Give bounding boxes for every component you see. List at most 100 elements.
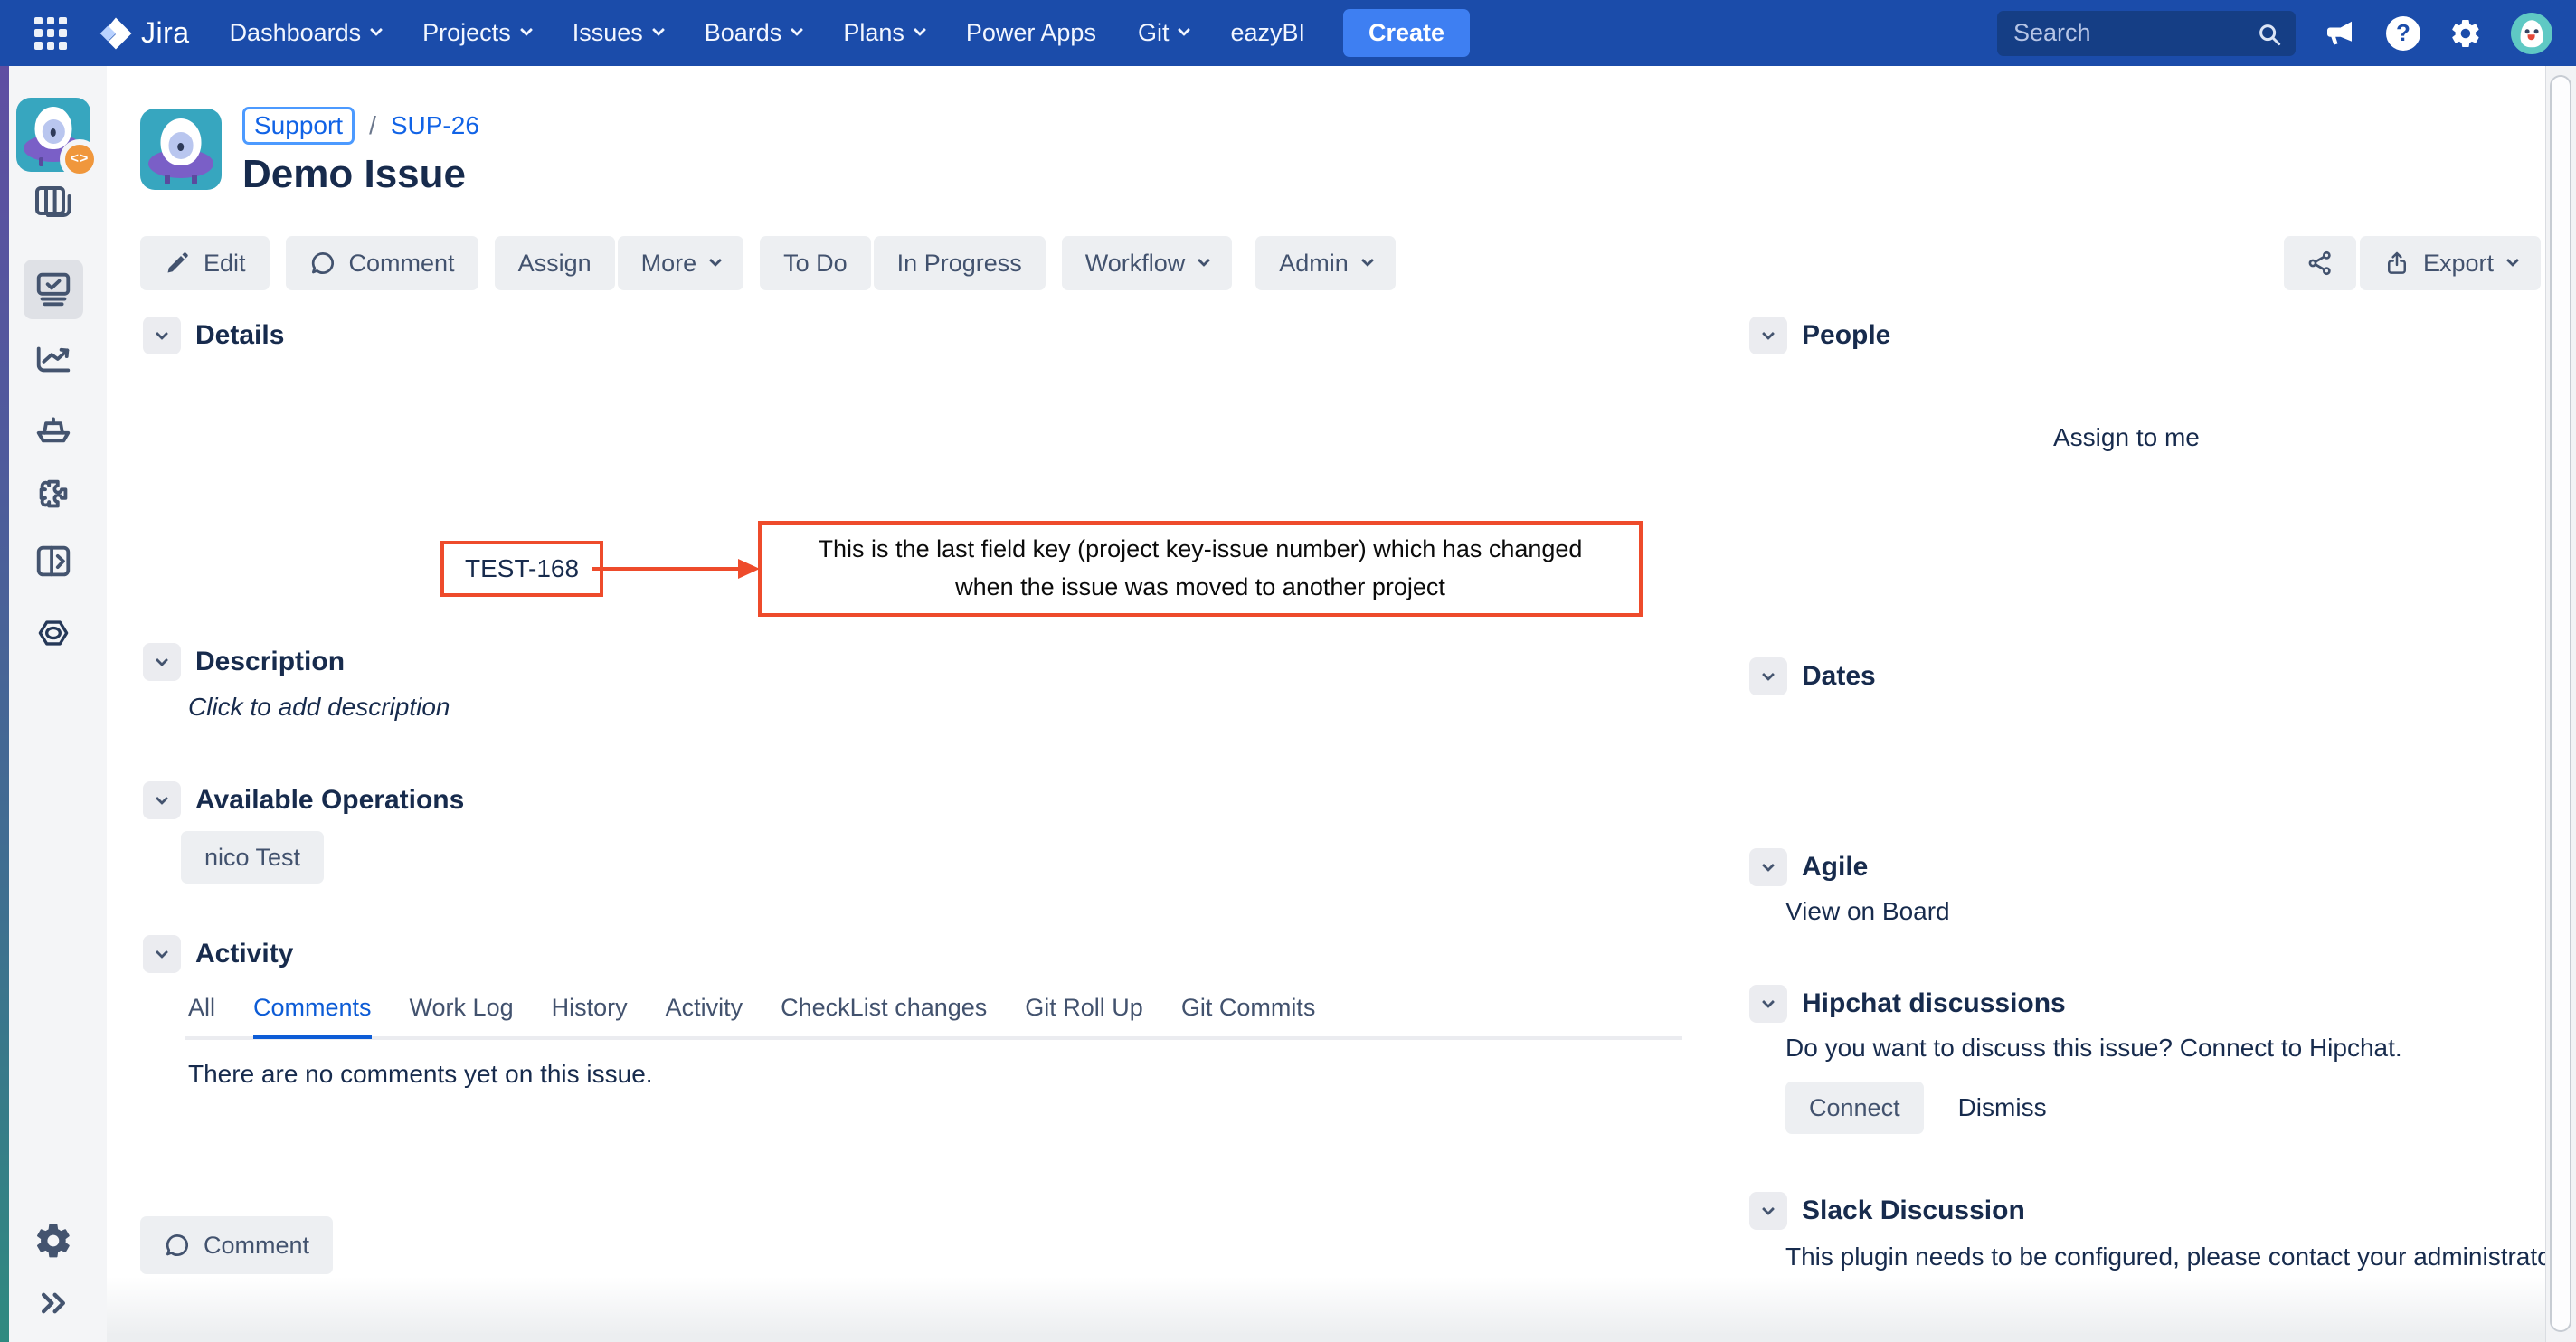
todo-transition-button[interactable]: To Do [760,236,871,290]
breadcrumb-project-link[interactable]: Support [242,107,355,145]
chevron-down-icon [2506,253,2519,266]
sidebar-item-addons[interactable] [0,474,107,515]
description-section-header: Description [143,643,345,681]
people-heading: People [1802,320,1890,351]
hexagon-eye-icon [33,613,73,653]
slack-message: This plugin needs to be configured, plea… [1785,1237,2576,1278]
tab-comments[interactable]: Comments [253,994,372,1039]
comment-button[interactable]: Comment [286,236,478,290]
settings-gear-icon[interactable] [2448,15,2484,52]
chevron-down-icon [709,253,722,266]
assign-to-me-link[interactable]: Assign to me [2053,423,2200,452]
nav-power-apps[interactable]: Power Apps [966,19,1096,47]
tab-git-commits[interactable]: Git Commits [1181,994,1316,1039]
sidebar-item-components[interactable] [0,613,107,653]
project-avatar-icon [140,109,222,190]
export-button[interactable]: Export [2360,236,2541,290]
sidebar-item-backlog[interactable] [0,182,107,225]
hipchat-heading: Hipchat discussions [1802,988,2066,1019]
collapse-chevron-icon[interactable] [143,643,181,681]
search-input[interactable] [1997,11,2296,56]
collapse-chevron-icon[interactable] [1749,657,1787,695]
nav-plans[interactable]: Plans [843,19,924,47]
boards-icon [32,182,75,225]
nav-git[interactable]: Git [1138,19,1189,47]
share-button[interactable] [2284,236,2356,290]
collapse-chevron-icon[interactable] [143,317,181,354]
tab-checklist-changes[interactable]: CheckList changes [781,994,987,1039]
breadcrumb: Support / SUP-26 [242,107,479,145]
hipchat-connect-button[interactable]: Connect [1785,1082,1924,1134]
page-bottom-fade [107,1277,2545,1342]
activity-section-header: Activity [143,935,293,973]
app-switcher-icon[interactable] [34,17,67,50]
sidebar-item-reports[interactable] [0,338,107,380]
collapse-chevron-icon[interactable] [1749,848,1787,886]
scrollbar-thumb[interactable] [2550,75,2571,1332]
description-placeholder[interactable]: Click to add description [188,693,450,722]
search-box [1997,11,2296,56]
nav-dashboards[interactable]: Dashboards [230,19,382,47]
bottom-comment-button[interactable]: Comment [140,1216,333,1274]
assign-button[interactable]: Assign [495,236,615,290]
export-icon [2383,250,2410,277]
nav-issues[interactable]: Issues [573,19,663,47]
tab-history[interactable]: History [552,994,628,1039]
edit-button[interactable]: Edit [140,236,270,290]
breadcrumb-separator: / [369,111,376,140]
tab-activity[interactable]: Activity [666,994,743,1039]
sidebar-active-highlight [24,260,83,319]
collapse-chevron-icon[interactable] [1749,1192,1787,1230]
collapse-chevron-icon[interactable] [143,781,181,819]
admin-button[interactable]: Admin [1255,236,1396,290]
help-icon[interactable]: ? [2386,16,2420,51]
view-on-board-link[interactable]: View on Board [1785,897,1950,926]
in-progress-transition-button[interactable]: In Progress [874,236,1046,290]
create-button[interactable]: Create [1343,9,1470,57]
jira-issue-page: Jira Dashboards Projects Issues Boards P… [0,0,2576,1342]
activity-tabs: All Comments Work Log History Activity C… [188,994,1315,1039]
nav-boards[interactable]: Boards [705,19,802,47]
collapse-chevron-icon[interactable] [1749,985,1787,1023]
annotation-arrow-line [592,567,740,571]
jira-logo[interactable]: Jira [98,15,190,52]
transition-group: To Do In Progress [760,236,1046,290]
sidebar-project-settings[interactable] [0,1221,107,1261]
tab-all[interactable]: All [188,994,215,1039]
sidebar-expand-button[interactable] [0,1285,107,1321]
chevron-down-icon [1361,253,1374,266]
issue-project-avatar[interactable] [140,109,222,190]
nico-test-button[interactable]: nico Test [181,831,324,884]
operations-heading: Available Operations [195,785,464,816]
user-avatar[interactable] [2511,13,2552,54]
tab-work-log[interactable]: Work Log [410,994,514,1039]
ghost-avatar-icon [2521,21,2543,47]
share-icon [2306,249,2334,278]
collapse-chevron-icon[interactable] [143,935,181,973]
sidebar-gradient-strip [0,66,9,1342]
comment-bubble-icon [309,250,336,277]
collapse-chevron-icon[interactable] [1749,317,1787,354]
hipchat-dismiss-link[interactable]: Dismiss [1958,1093,2047,1122]
active-sprints-icon [33,269,74,310]
hipchat-message: Do you want to discuss this issue? Conne… [1785,1034,2402,1063]
sidebar-item-project-pages[interactable] [0,541,107,582]
sidebar-project-avatar[interactable]: <> [0,98,107,172]
breadcrumb-issue-key-link[interactable]: SUP-26 [391,111,479,140]
chevron-down-icon [791,24,803,36]
operations-section-header: Available Operations [143,781,464,819]
annotation-arrow-head [738,559,760,579]
workflow-button[interactable]: Workflow [1062,236,1233,290]
dates-heading: Dates [1802,661,1876,692]
sidebar-item-active-sprints[interactable] [0,260,107,319]
pencil-icon [164,250,191,277]
nav-eazybi[interactable]: eazyBI [1230,19,1305,47]
scrollbar-track[interactable] [2545,66,2576,1342]
nav-projects[interactable]: Projects [422,19,531,47]
tab-git-roll-up[interactable]: Git Roll Up [1025,994,1143,1039]
reports-chart-icon [33,338,74,380]
feedback-megaphone-icon[interactable] [2323,15,2359,52]
sidebar-item-releases[interactable] [0,407,107,449]
double-chevron-right-icon [35,1285,71,1321]
more-button[interactable]: More [618,236,744,290]
